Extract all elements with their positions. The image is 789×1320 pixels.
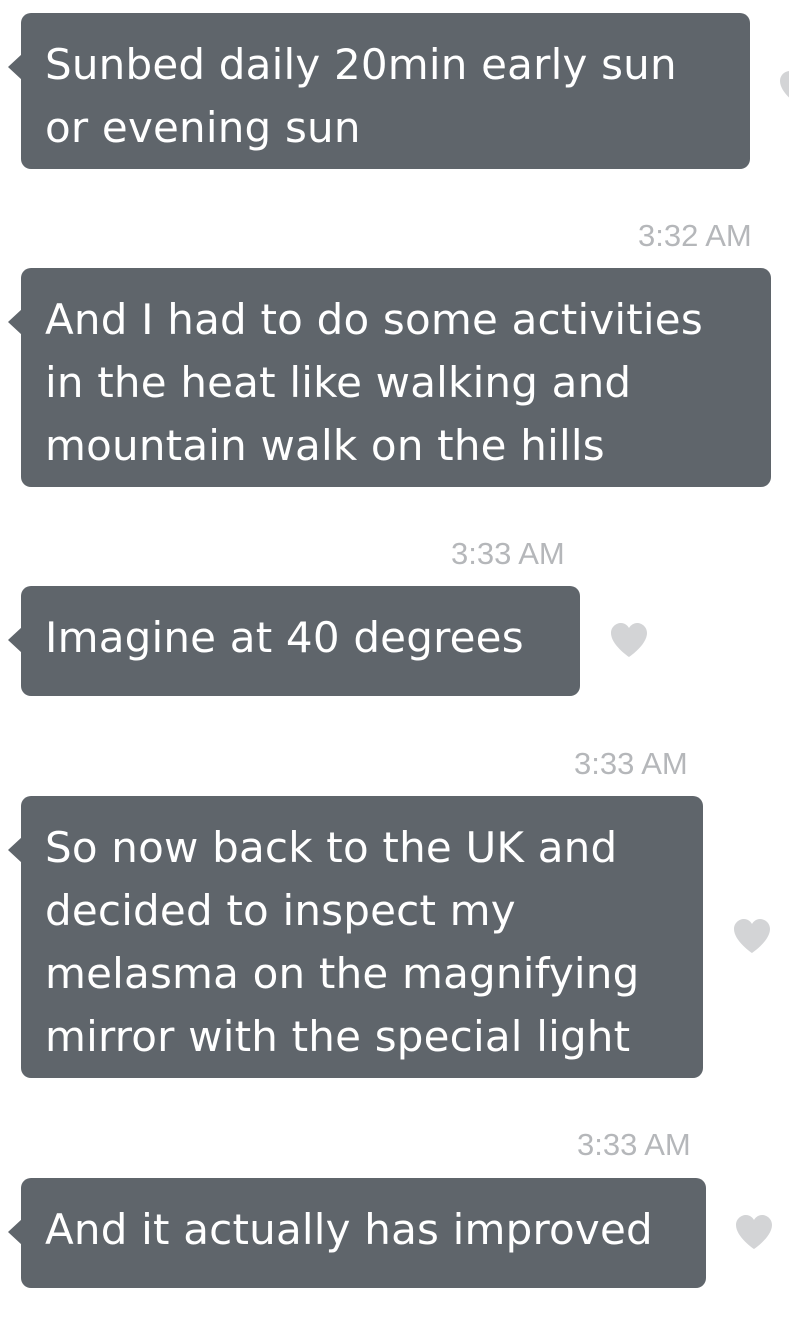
message-text: So now back to the UK and decided to ins… (45, 823, 640, 1061)
message-text: Sunbed daily 20min early sun or evening … (45, 40, 677, 152)
heart-icon[interactable] (734, 1214, 774, 1250)
message-timestamp: 3:33 AM (577, 1127, 691, 1162)
sender-name (22, 544, 412, 566)
heart-icon[interactable] (609, 622, 649, 658)
message-bubble[interactable]: And I had to do some activities in the h… (8, 268, 771, 487)
message-text: And it actually has improved (45, 1205, 653, 1254)
message-bubble[interactable]: So now back to the UK and decided to ins… (8, 796, 703, 1078)
message-text: Imagine at 40 degrees (45, 613, 524, 662)
sender-name (22, 754, 412, 776)
message-timestamp: 3:32 AM (638, 218, 752, 253)
message-bubble[interactable]: Imagine at 40 degrees (8, 586, 580, 696)
heart-icon[interactable] (778, 70, 789, 106)
message-timestamp: 3:33 AM (574, 746, 688, 781)
sender-name (22, 226, 412, 248)
message-text: And I had to do some activities in the h… (45, 295, 703, 470)
message-bubble[interactable]: And it actually has improved (8, 1178, 706, 1288)
chat-thread: .b0::before{top:54px;} Sunbed daily 20mi… (0, 0, 789, 1320)
message-bubble[interactable]: .b0::before{top:54px;} Sunbed daily 20mi… (8, 13, 750, 169)
sender-name (22, 1136, 412, 1158)
message-timestamp: 3:33 AM (451, 536, 565, 571)
heart-icon[interactable] (732, 918, 772, 954)
